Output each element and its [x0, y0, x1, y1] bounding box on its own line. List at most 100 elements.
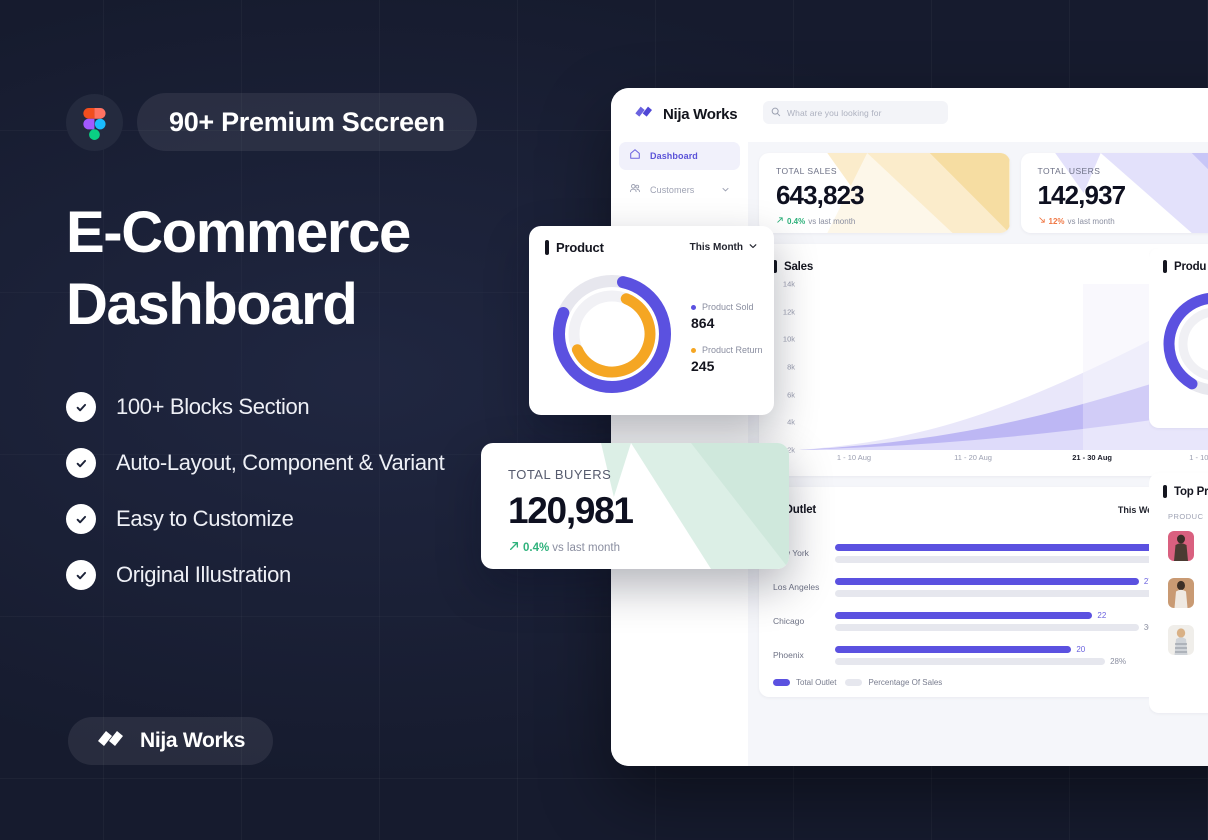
chevron-down-icon: [748, 241, 758, 254]
home-icon: [629, 147, 641, 165]
total-buyers-card: TOTAL BUYERS 120,981 0.4% vs last month: [481, 443, 789, 569]
outlet-total-bar: [835, 645, 1072, 653]
cutoff-product-panel: Produ: [1149, 248, 1208, 428]
outlet-row-label: Chicago: [773, 616, 805, 626]
dashboard-mockup: Nija Works What are you looking for Dash…: [611, 88, 1208, 766]
figma-logo-icon: [66, 93, 123, 151]
feature-item: 100+ Blocks Section: [66, 392, 444, 422]
legend-item: Total Outlet: [773, 678, 836, 687]
feature-list: 100+ Blocks Section Auto-Layout, Compone…: [66, 392, 445, 590]
product-thumb-3: [1168, 625, 1194, 655]
product-legend: Product Sold 864 Product Return 245: [691, 302, 763, 374]
y-axis: 2k 4k 6k 8k 10k 12k 14k: [773, 280, 797, 455]
dashboard-brand: Nija Works: [634, 105, 738, 124]
outlet-bar-rows: New York 31 43% Los Angeles 27 40% Chica…: [759, 520, 1208, 672]
x-axis: 1 - 10 Aug 11 - 20 Aug 21 - 30 Aug 1 - 1…: [799, 453, 1208, 471]
x-tick: 21 - 30 Aug: [1072, 453, 1112, 462]
promo-badge-row: 90+ Premium Sccreen: [66, 93, 477, 151]
sales-chart-panel: Sales Download 2k 4k 6k 8k: [759, 244, 1208, 476]
page-title: E-Commerce Dashboard: [66, 197, 411, 341]
chevron-down-icon[interactable]: [721, 181, 730, 199]
x-tick: 11 - 20 Aug: [954, 453, 992, 462]
brand-label: Nija Works: [140, 729, 246, 752]
sales-plot-area: 2k 4k 6k 8k 10k 12k 14k 1 - 10 Aug 11 - …: [773, 280, 1208, 462]
legend-label: Product Return: [702, 345, 763, 355]
product-thumb-1: [1168, 531, 1194, 561]
arrow-down-right-icon: [1038, 216, 1046, 226]
headline-line-1: E-Commerce: [66, 200, 411, 265]
stat-label: TOTAL BUYERS: [508, 467, 612, 482]
outlet-row-label: Los Angeles: [773, 582, 820, 592]
stat-card-total-sales: TOTAL SALES 643,823 0.4% vs last month: [759, 153, 1010, 233]
users-icon: [629, 181, 641, 199]
title-accent-bar: [545, 240, 549, 255]
y-tick: 14k: [782, 279, 795, 289]
outlet-row: New York 31 43%: [773, 536, 1208, 570]
stat-value: 120,981: [508, 490, 634, 531]
outlet-chart-panel: Outlet This Week Download: [759, 487, 1208, 697]
y-tick: 8k: [787, 362, 795, 372]
sidebar-item-dashboard[interactable]: Dashboard: [619, 142, 740, 170]
legend-swatch: [773, 679, 790, 686]
check-icon: [66, 392, 96, 422]
stat-card-total-users: TOTAL USERS 142,937 12% vs last month: [1020, 153, 1208, 233]
arrow-up-right-icon: [776, 216, 784, 226]
headline-line-2: Dashboard: [66, 272, 358, 337]
stat-delta-note: vs last month: [552, 541, 620, 554]
search-placeholder: What are you looking for: [787, 107, 882, 118]
stat-label: TOTAL SALES: [776, 166, 838, 176]
legend-item: Percentage Of Sales: [845, 678, 942, 687]
outlet-total-value: 20: [1076, 644, 1086, 654]
sidebar-item-customers[interactable]: Customers: [619, 176, 740, 204]
outlet-total-bar: [835, 611, 1093, 619]
legend-label: Percentage Of Sales: [868, 678, 943, 687]
stat-value: 142,937: [1037, 180, 1127, 210]
search-icon: [771, 104, 781, 122]
outlet-row-label: Phoenix: [773, 650, 804, 660]
sales-area-series: [799, 284, 1208, 450]
period-dropdown[interactable]: This Month: [690, 241, 758, 254]
stat-delta-note: vs last month: [808, 216, 856, 226]
nija-works-logo-icon: [96, 729, 126, 754]
feature-item: Original Illustration: [66, 560, 444, 590]
dashboard-brand-label: Nija Works: [663, 106, 738, 123]
donut-chart-decor: [1163, 292, 1208, 396]
stat-delta-value: 0.4%: [523, 541, 550, 554]
stat-label: TOTAL USERS: [1037, 166, 1101, 176]
legend-label: Product Sold: [702, 302, 754, 312]
nija-works-logo-icon: [634, 105, 654, 124]
legend-value: 864: [691, 315, 715, 331]
outlet-pct-value: 28%: [1110, 656, 1127, 666]
premium-screens-badge: 90+ Premium Sccreen: [137, 93, 477, 151]
outlet-total-bar: [835, 577, 1139, 585]
outlet-row: Chicago 22 36%: [773, 604, 1208, 638]
promo-panel: 90+ Premium Sccreen E-Commerce Dashboard…: [0, 0, 530, 840]
panel-title: Product: [556, 240, 604, 255]
legend-item: Product Sold: [691, 302, 763, 312]
legend-value: 245: [691, 358, 715, 374]
stat-delta-value: 12%: [1048, 216, 1065, 226]
arrow-up-right-icon: [508, 540, 520, 555]
legend-label: Total Outlet: [796, 678, 837, 687]
outlet-total-value: 22: [1097, 610, 1107, 620]
y-tick: 4k: [787, 417, 795, 427]
sidebar-item-label: Dashboard: [650, 151, 698, 161]
period-dropdown-label: This Month: [689, 242, 743, 253]
stat-delta-value: 0.4%: [787, 216, 806, 226]
outlet-pct-bar: [835, 555, 1198, 563]
legend-dot: [691, 347, 696, 353]
feature-label: 100+ Blocks Section: [116, 394, 310, 419]
product-thumb-2: [1168, 578, 1194, 608]
feature-label: Easy to Customize: [116, 506, 294, 531]
dashboard-content: TOTAL SALES 643,823 0.4% vs last month T…: [748, 142, 1208, 766]
panel-title: Top Pr: [1174, 485, 1208, 498]
search-input[interactable]: What are you looking for: [763, 101, 948, 124]
feature-item: Auto-Layout, Component & Variant: [66, 448, 445, 478]
feature-label: Original Illustration: [116, 562, 291, 587]
title-accent-bar: [1163, 260, 1167, 273]
outlet-row: Phoenix 20 28%: [773, 638, 1208, 672]
legend-item: Product Return: [691, 345, 763, 355]
outlet-pct-bar: [835, 657, 1106, 665]
feature-item: Easy to Customize: [66, 504, 444, 534]
panel-title: Sales: [784, 260, 814, 273]
